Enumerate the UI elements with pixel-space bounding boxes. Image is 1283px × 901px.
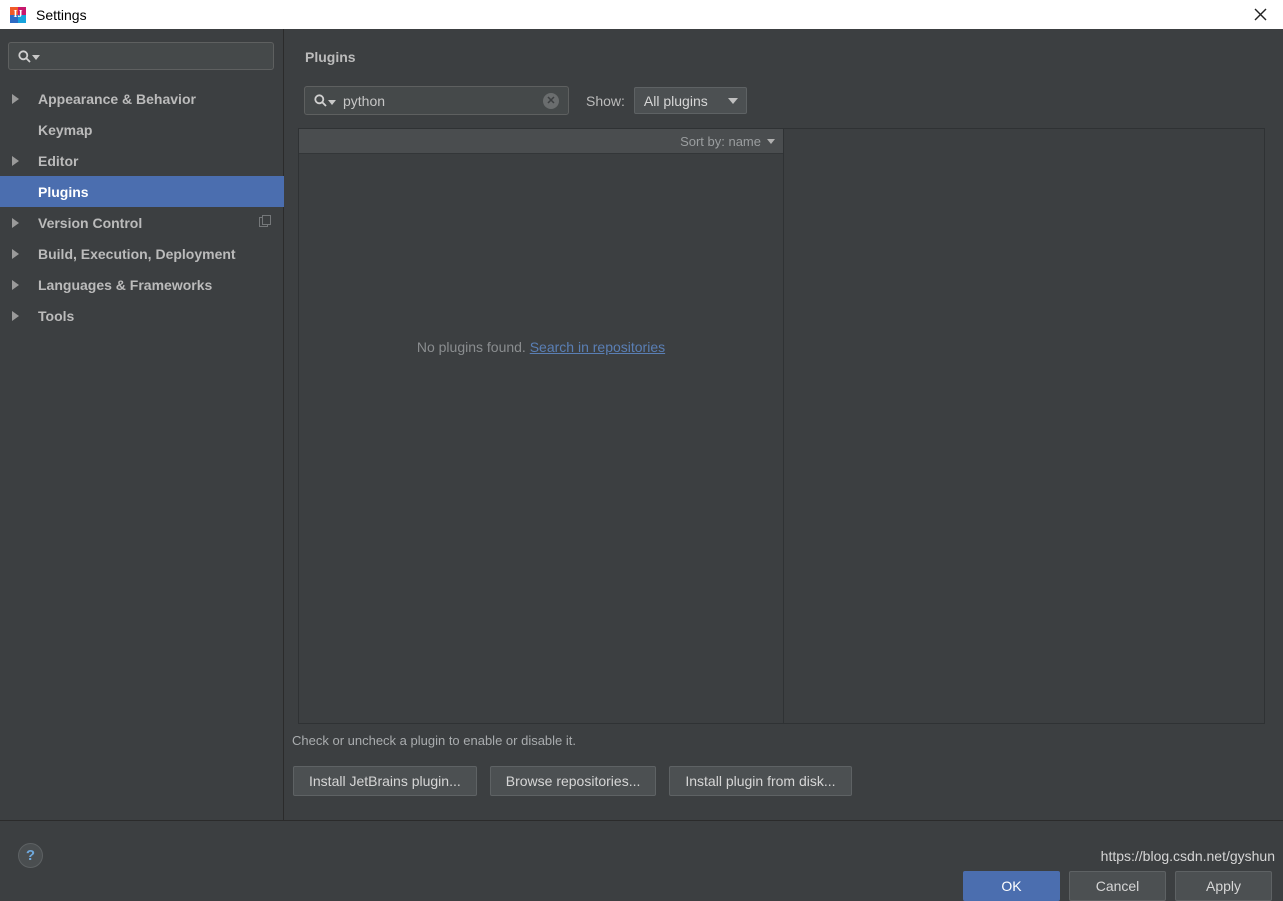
- cancel-button[interactable]: Cancel: [1069, 871, 1166, 901]
- empty-state-text: No plugins found.: [416, 339, 526, 355]
- sidebar-item-appearance-behavior[interactable]: Appearance & Behavior: [0, 83, 284, 114]
- chevron-right-icon[interactable]: [12, 93, 28, 104]
- plugins-action-buttons: Install JetBrains plugin... Browse repos…: [293, 766, 852, 796]
- sort-by-label[interactable]: Sort by: name: [680, 134, 761, 149]
- close-icon[interactable]: [1237, 0, 1283, 29]
- chevron-right-icon[interactable]: [12, 217, 28, 228]
- chevron-right-icon[interactable]: [12, 155, 28, 166]
- search-icon: [18, 49, 31, 63]
- window-title: Settings: [36, 6, 87, 23]
- plugin-search-input[interactable]: [341, 91, 543, 110]
- help-button[interactable]: ?: [18, 843, 43, 868]
- install-plugin-from-disk-button[interactable]: Install plugin from disk...: [669, 766, 852, 796]
- install-jetbrains-plugin-button[interactable]: Install JetBrains plugin...: [293, 766, 477, 796]
- plugins-list-header: Sort by: name: [299, 129, 783, 154]
- ok-button[interactable]: OK: [963, 871, 1060, 901]
- watermark-url: https://blog.csdn.net/gyshun: [1100, 848, 1275, 864]
- sidebar-item-tools[interactable]: Tools: [0, 300, 284, 331]
- show-filter-label: Show:: [586, 92, 625, 109]
- settings-sidebar: Appearance & Behavior Keymap Editor Plug…: [0, 29, 284, 820]
- sidebar-item-editor[interactable]: Editor: [0, 145, 284, 176]
- window-title-bar: IJ Settings: [0, 0, 1283, 29]
- browse-repositories-button[interactable]: Browse repositories...: [489, 766, 657, 796]
- plugin-search-field[interactable]: ✕: [304, 86, 569, 115]
- app-icon: IJ: [10, 6, 26, 23]
- sidebar-item-version-control[interactable]: Version Control: [0, 207, 284, 238]
- clear-search-icon[interactable]: ✕: [543, 92, 559, 109]
- dialog-action-buttons: OK Cancel Apply: [963, 871, 1272, 901]
- show-filter-dropdown[interactable]: All plugins: [633, 87, 747, 114]
- sidebar-item-label: Languages & Frameworks: [38, 276, 213, 293]
- chevron-right-icon[interactable]: [12, 248, 28, 259]
- settings-dialog-body: Appearance & Behavior Keymap Editor Plug…: [0, 29, 1283, 901]
- sidebar-item-label: Keymap: [38, 121, 93, 138]
- sidebar-item-label: Plugins: [38, 183, 89, 200]
- sidebar-item-label: Editor: [38, 152, 79, 169]
- plugins-hint-text: Check or uncheck a plugin to enable or d…: [292, 733, 577, 748]
- search-in-repositories-link[interactable]: Search in repositories: [530, 339, 665, 355]
- copy-icon: [259, 214, 272, 231]
- sidebar-item-label: Tools: [38, 307, 75, 324]
- apply-button[interactable]: Apply: [1175, 871, 1272, 901]
- sidebar-search-field[interactable]: [8, 42, 274, 70]
- plugins-list-panel: Sort by: name No plugins found. Search i…: [298, 128, 1265, 724]
- sidebar-search-input[interactable]: [44, 47, 273, 65]
- plugins-filter-row: ✕ Show: All plugins: [304, 86, 747, 115]
- sidebar-item-label: Version Control: [38, 214, 143, 231]
- plugins-list-column: Sort by: name No plugins found. Search i…: [299, 129, 784, 723]
- page-title: Plugins: [305, 49, 356, 65]
- sidebar-item-build-execution-deployment[interactable]: Build, Execution, Deployment: [0, 238, 284, 269]
- chevron-down-icon[interactable]: [767, 138, 775, 144]
- chevron-right-icon[interactable]: [12, 310, 28, 321]
- sidebar-item-label: Build, Execution, Deployment: [38, 245, 236, 262]
- dialog-bottom-bar: ? https://blog.csdn.net/gyshun OK Cancel…: [0, 820, 1283, 901]
- sidebar-item-plugins[interactable]: Plugins: [0, 176, 284, 207]
- sidebar-item-label: Appearance & Behavior: [38, 90, 196, 107]
- sidebar-item-keymap[interactable]: Keymap: [0, 114, 284, 145]
- plugins-panel: Plugins ✕ Show: All plugins: [285, 29, 1283, 820]
- show-filter-value: All plugins: [643, 92, 708, 109]
- search-options-chevron-down-icon[interactable]: [32, 55, 40, 60]
- search-options-chevron-down-icon[interactable]: [328, 99, 336, 105]
- plugin-details-column: [784, 129, 1264, 723]
- chevron-down-icon: [727, 97, 738, 104]
- settings-category-tree: Appearance & Behavior Keymap Editor Plug…: [0, 83, 284, 331]
- search-icon: [314, 94, 327, 107]
- chevron-right-icon[interactable]: [12, 279, 28, 290]
- empty-state-message: No plugins found. Search in repositories: [299, 339, 783, 355]
- sidebar-item-languages-frameworks[interactable]: Languages & Frameworks: [0, 269, 284, 300]
